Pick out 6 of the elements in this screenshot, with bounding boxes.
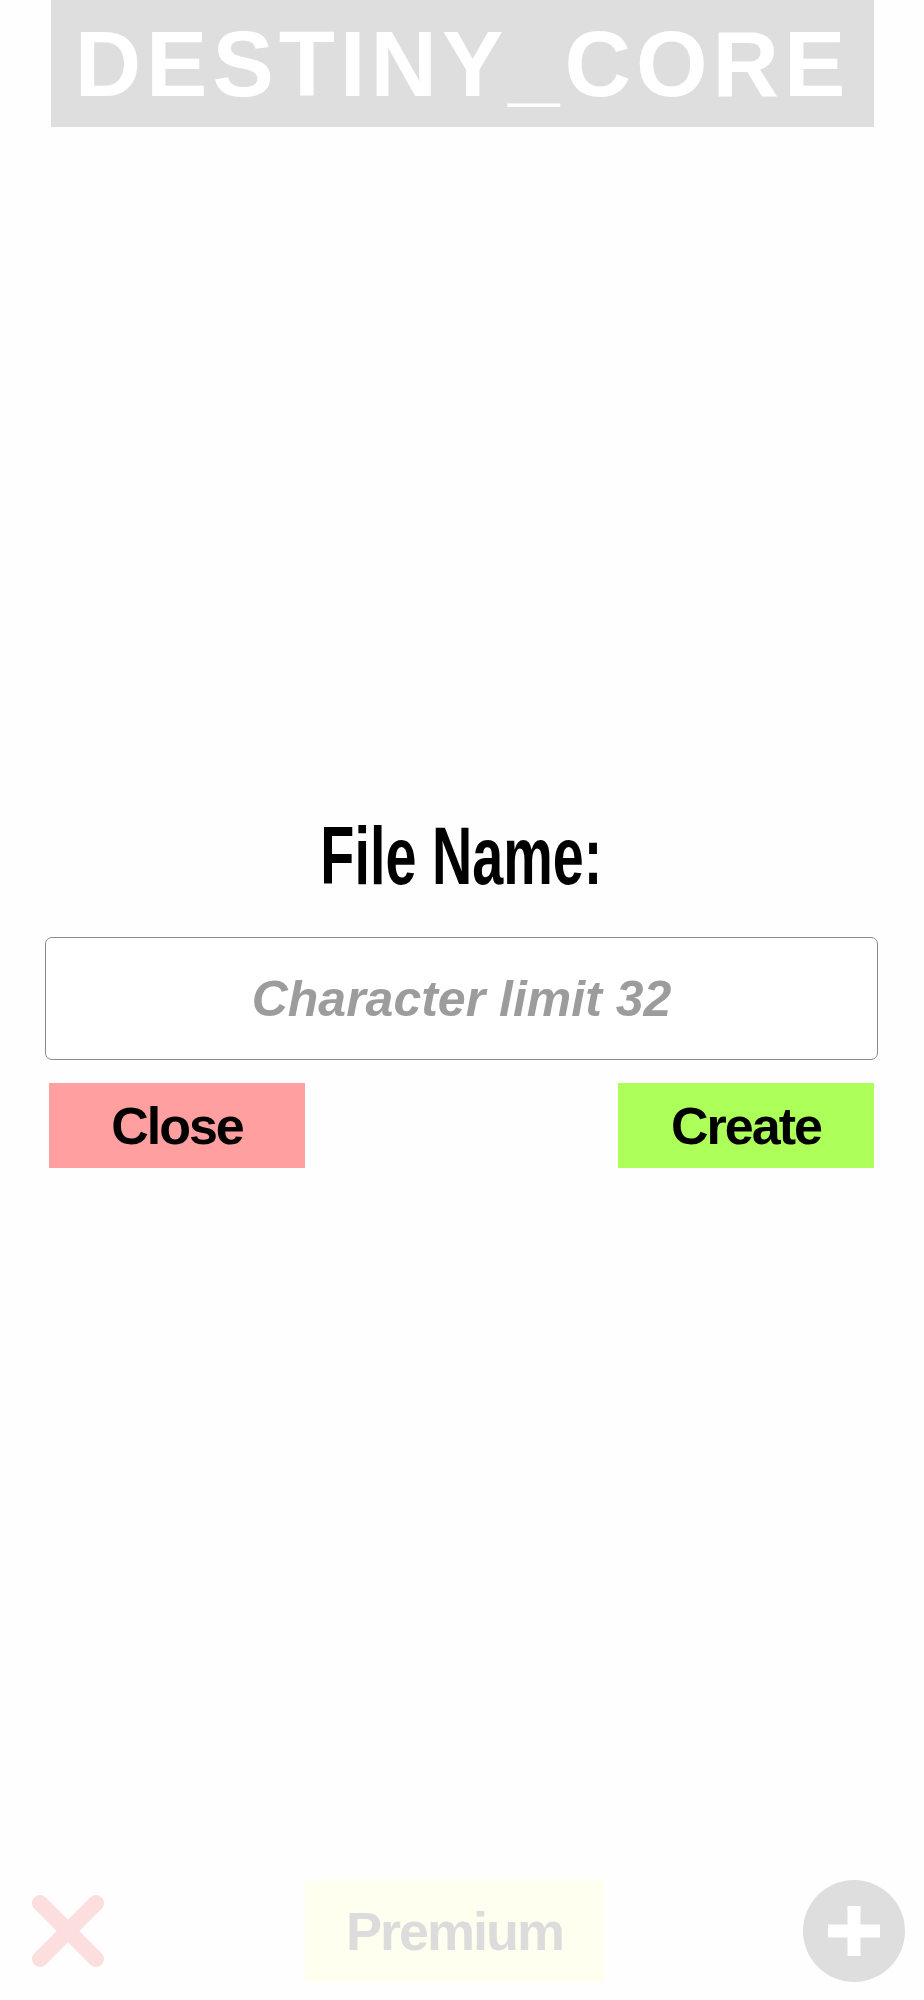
close-icon[interactable] (30, 1893, 106, 1969)
file-name-label: File Name: (320, 815, 603, 897)
close-button[interactable]: Close (49, 1083, 305, 1168)
add-icon[interactable] (803, 1880, 905, 1982)
input-field[interactable]: Character limit 32 (45, 937, 878, 1060)
create-button[interactable]: Create (618, 1083, 874, 1168)
